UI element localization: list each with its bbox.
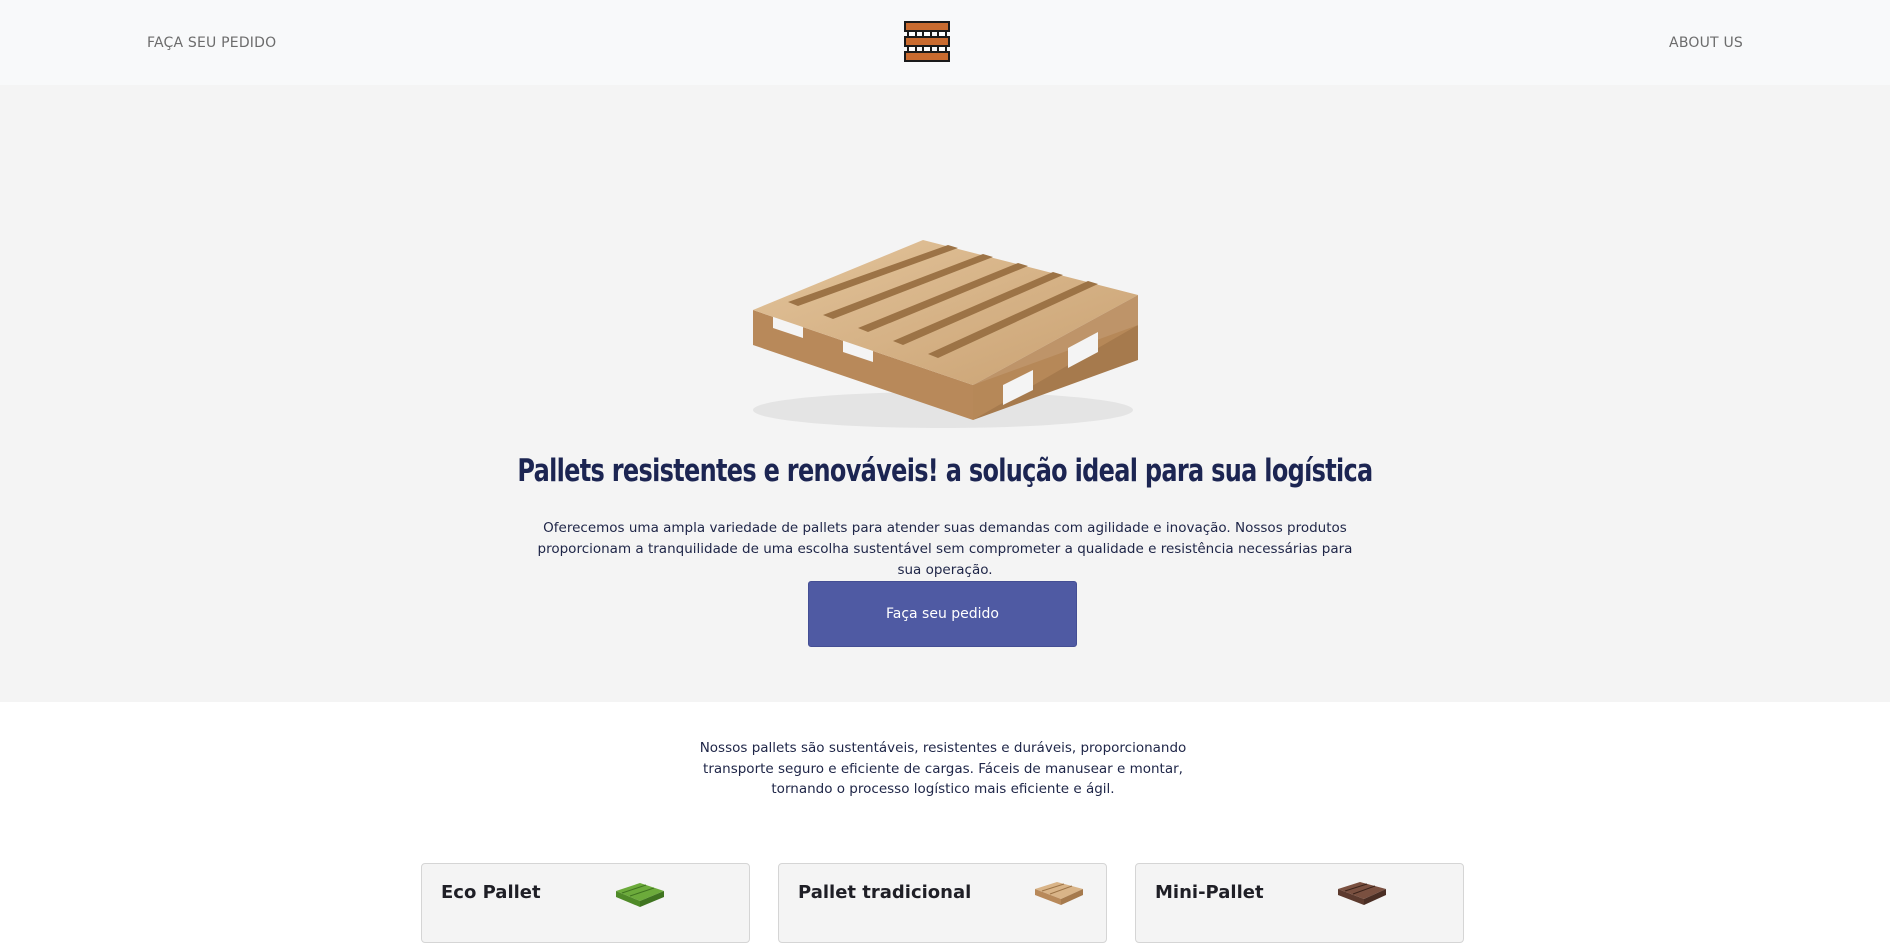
nav-link-order[interactable]: FAÇA SEU PEDIDO xyxy=(147,35,276,51)
order-button[interactable]: Faça seu pedido xyxy=(808,581,1077,647)
hero-title: Pallets resistentes e renováveis! a solu… xyxy=(517,453,1373,489)
wooden-pallet-image xyxy=(753,240,1138,428)
product-card-title: Eco Pallet xyxy=(441,882,541,903)
green-eco-pallet-icon xyxy=(616,883,664,907)
dark-mini-pallet-icon xyxy=(1338,882,1386,905)
pallet-logo-icon[interactable] xyxy=(903,20,951,64)
hero-section: Pallets resistentes e renováveis! a solu… xyxy=(0,85,1890,702)
product-card-eco[interactable]: Eco Pallet xyxy=(421,863,750,943)
product-card-title: Mini-Pallet xyxy=(1155,882,1264,903)
intro-description: Nossos pallets são sustentáveis, resiste… xyxy=(699,740,1187,797)
product-card-title: Pallet tradicional xyxy=(798,882,972,903)
nav-link-about[interactable]: ABOUT US xyxy=(1669,35,1743,51)
hero-description: Oferecemos uma ampla variedade de pallet… xyxy=(537,520,1353,578)
product-card-traditional[interactable]: Pallet tradicional xyxy=(778,863,1107,943)
product-card-mini[interactable]: Mini-Pallet xyxy=(1135,863,1464,943)
wooden-pallet-icon xyxy=(1035,882,1083,905)
